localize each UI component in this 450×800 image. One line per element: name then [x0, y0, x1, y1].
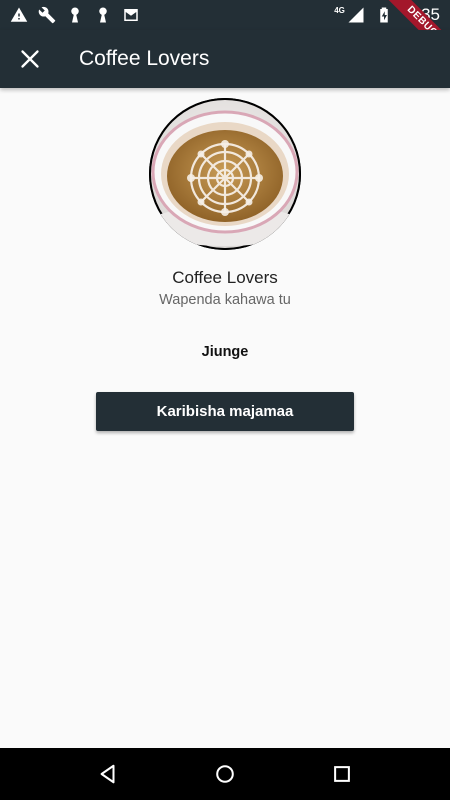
wrench-icon — [38, 6, 56, 24]
nav-recents-button[interactable] — [322, 754, 362, 794]
group-name: Coffee Lovers — [172, 268, 278, 287]
warning-icon — [10, 6, 28, 24]
page-title: Coffee Lovers — [79, 47, 210, 70]
status-bar: 4G 6:35 — [0, 0, 450, 30]
group-avatar — [149, 98, 301, 250]
coffee-cup-image — [149, 98, 301, 250]
close-icon — [21, 50, 39, 68]
nav-home-button[interactable] — [205, 754, 245, 794]
invite-friends-button[interactable]: Karibisha majamaa — [96, 392, 354, 431]
status-right-icons: 4G 6:35 — [334, 5, 440, 25]
nav-back-button[interactable] — [88, 754, 128, 794]
mail-icon — [122, 6, 140, 24]
signal-icon — [347, 6, 365, 24]
network-type-label: 4G — [334, 5, 345, 15]
app-bar: Coffee Lovers — [0, 30, 450, 88]
back-triangle-icon — [100, 764, 115, 784]
status-left-icons — [10, 6, 140, 24]
battery-charging-icon — [375, 6, 393, 24]
close-button[interactable] — [0, 30, 60, 88]
keyhole-icon — [66, 6, 84, 24]
group-details: Coffee Lovers Wapenda kahawa tu Jiunge K… — [0, 88, 450, 748]
group-description: Wapenda kahawa tu — [159, 292, 291, 308]
status-time: 6:35 — [406, 5, 440, 24]
keyhole-icon — [94, 6, 112, 24]
system-nav-bar — [0, 748, 450, 800]
home-circle-icon — [216, 765, 234, 783]
recents-square-icon — [333, 766, 350, 782]
join-button[interactable]: Jiunge — [202, 344, 249, 360]
